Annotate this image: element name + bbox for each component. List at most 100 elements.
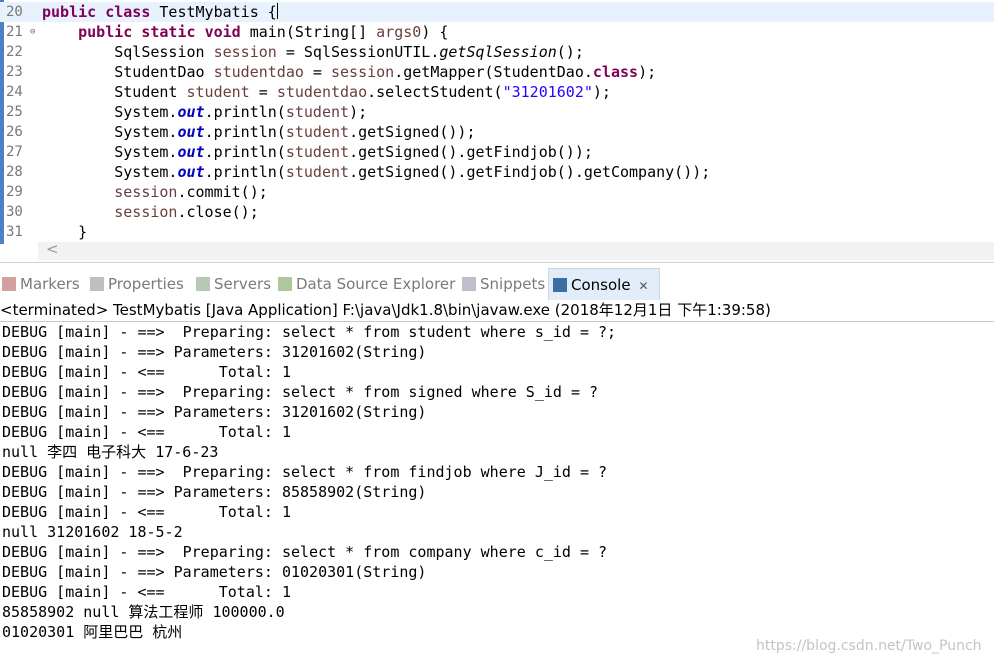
code-token: class xyxy=(592,63,639,81)
code-token: System. xyxy=(42,163,178,181)
code-line[interactable]: 24 Student student = studentdao.selectSt… xyxy=(0,82,994,102)
code-text: System.out.println(student.getSigned()); xyxy=(42,122,475,142)
code-line[interactable]: 28 System.out.println(student.getSigned(… xyxy=(0,162,994,182)
fold-toggle-icon[interactable]: ⊖ xyxy=(30,22,35,42)
tab-data-source-explorer[interactable]: Data Source Explorer xyxy=(278,268,455,300)
text-caret xyxy=(276,3,278,19)
code-line[interactable]: 29 session.commit(); xyxy=(0,182,994,202)
line-number: 28 xyxy=(6,164,23,180)
servers-icon xyxy=(196,277,210,291)
code-token: = xyxy=(303,63,331,81)
code-token: ); xyxy=(638,63,657,81)
code-token: ) { xyxy=(421,23,449,41)
properties-icon xyxy=(90,277,104,291)
tab-label: Servers xyxy=(214,275,272,293)
line-number: 27 xyxy=(6,144,23,160)
code-line[interactable]: 26 System.out.println(student.getSigned(… xyxy=(0,122,994,142)
code-token: out xyxy=(177,163,205,181)
code-token: student xyxy=(285,103,350,121)
code-token: Student xyxy=(42,83,187,101)
code-token: ); xyxy=(349,103,368,121)
code-line[interactable]: 22 SqlSession session = SqlSessionUTIL.g… xyxy=(0,42,994,62)
code-token: student xyxy=(285,163,350,181)
line-number: 31 xyxy=(6,224,23,240)
code-token: static xyxy=(141,23,196,41)
code-token: studentdao xyxy=(276,83,368,101)
code-token: args0 xyxy=(376,23,422,41)
code-token: .println( xyxy=(204,143,286,161)
code-token: .getSigned().getFindjob().getCompany()); xyxy=(349,163,711,181)
code-text: System.out.println(student.getSigned().g… xyxy=(42,162,710,182)
code-text: System.out.println(student); xyxy=(42,102,367,122)
line-number: 25 xyxy=(6,104,23,120)
console-line: DEBUG [main] - <== Total: 1 xyxy=(2,423,291,441)
code-text: session.commit(); xyxy=(42,182,268,202)
code-text: StudentDao studentdao = session.getMappe… xyxy=(42,62,656,82)
console-line: null 李四 电子科大 17-6-23 xyxy=(2,443,219,461)
line-number: 29 xyxy=(6,184,23,200)
line-number: 20 xyxy=(6,4,23,20)
code-line[interactable]: 30 session.close(); xyxy=(0,202,994,222)
console-line: DEBUG [main] - ==> Preparing: select * f… xyxy=(2,463,608,481)
code-token: session xyxy=(331,63,395,81)
code-text: SqlSession session = SqlSessionUTIL.getS… xyxy=(42,42,584,62)
code-token: student xyxy=(285,143,350,161)
code-text: session.close(); xyxy=(42,202,259,222)
console-line: 85858902 null 算法工程师 100000.0 xyxy=(2,603,285,621)
line-number: 22 xyxy=(6,44,23,60)
console-line: DEBUG [main] - <== Total: 1 xyxy=(2,583,291,601)
tab-label: Markers xyxy=(20,275,80,293)
code-token: main(String[] xyxy=(240,23,377,41)
code-line[interactable]: 25 System.out.println(student); xyxy=(0,102,994,122)
code-token: out xyxy=(177,103,205,121)
close-icon[interactable]: ✕ xyxy=(639,279,649,293)
watermark-text: https://blog.csdn.net/Two_Punch xyxy=(756,638,982,654)
tab-markers[interactable]: Markers xyxy=(2,268,80,300)
code-token: .println( xyxy=(204,123,286,141)
code-text: Student student = studentdao.selectStude… xyxy=(42,82,611,102)
code-token: TestMybatis { xyxy=(150,3,277,21)
code-token: .getSigned().getFindjob()); xyxy=(349,143,593,161)
code-token: void xyxy=(204,23,241,41)
code-token: SqlSession xyxy=(42,43,214,61)
tab-properties[interactable]: Properties xyxy=(90,268,184,300)
code-token: class xyxy=(105,3,151,21)
code-token: .selectStudent( xyxy=(367,83,503,101)
console-line: 01020301 阿里巴巴 杭州 xyxy=(2,623,183,641)
code-line[interactable]: 23 StudentDao studentdao = session.getMa… xyxy=(0,62,994,82)
code-token: session xyxy=(213,43,277,61)
code-token: studentdao xyxy=(213,63,304,81)
console-line: DEBUG [main] - ==> Parameters: 31201602(… xyxy=(2,403,427,421)
code-token: "31201602" xyxy=(502,83,593,101)
horizontal-scrollbar[interactable]: < xyxy=(38,240,994,260)
editor-border xyxy=(0,262,994,263)
code-line[interactable]: 27 System.out.println(student.getSigned(… xyxy=(0,142,994,162)
code-token: getSqlSession xyxy=(439,43,557,61)
code-token: = xyxy=(249,83,277,101)
tab-console[interactable]: Console ✕ xyxy=(548,268,660,300)
code-editor[interactable]: 20 public class TestMybatis {21 ⊖ public s… xyxy=(0,0,994,262)
snippets-icon xyxy=(462,277,476,291)
scroll-left-arrow-icon[interactable]: < xyxy=(46,240,59,258)
console-line: DEBUG [main] - <== Total: 1 xyxy=(2,363,291,381)
code-token: StudentDao xyxy=(42,63,214,81)
console-line: DEBUG [main] - ==> Preparing: select * f… xyxy=(2,383,599,401)
tab-snippets[interactable]: Snippets xyxy=(462,268,545,300)
code-token: .println( xyxy=(204,103,286,121)
code-token: session xyxy=(114,203,178,221)
tab-label: Data Source Explorer xyxy=(296,275,456,293)
code-token: out xyxy=(177,123,205,141)
code-text: System.out.println(student.getSigned().g… xyxy=(42,142,593,162)
code-token: System. xyxy=(42,143,178,161)
console-status-header: <terminated> TestMybatis [Java Applicati… xyxy=(0,300,994,321)
code-text: } xyxy=(42,222,87,242)
code-line[interactable]: 20 public class TestMybatis { xyxy=(0,2,994,22)
tab-servers[interactable]: Servers xyxy=(196,268,271,300)
code-token: out xyxy=(177,143,205,161)
code-line[interactable]: 21 ⊖ public static void main(String[] arg… xyxy=(0,22,994,42)
code-line[interactable]: 31 } xyxy=(0,222,994,242)
tab-label: Console xyxy=(571,276,631,294)
